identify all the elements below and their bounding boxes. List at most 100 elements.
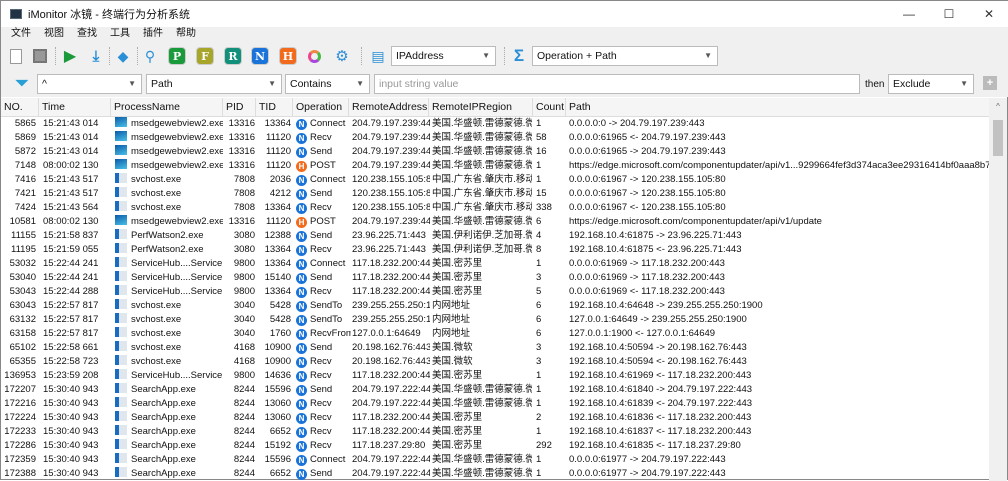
process-icon (115, 159, 127, 169)
table-row[interactable]: 7148 08:00:02 130 msedgewebview2.exe 13316 1… (1, 159, 991, 173)
cell-region: 美国.华盛顿.雷德蒙德.微软 (432, 384, 532, 395)
table-row[interactable]: 11155 15:21:58 837 PerfWatson2.exe 3080 1238… (1, 229, 991, 243)
filter-prefix-select[interactable]: ^ ▼ (37, 74, 142, 94)
group-by-select[interactable]: IPAddress ▼ (391, 46, 496, 66)
chevron-down-icon: ▼ (128, 79, 136, 88)
menu-tools[interactable]: 工具 (110, 27, 130, 43)
cell-no: 7424 (14, 202, 36, 213)
plugin-p-button[interactable]: P (166, 45, 188, 67)
cell-path: 192.168.10.4:61875 <- 23.96.225.71:443 (569, 244, 742, 255)
menu-plugins[interactable]: 插件 (143, 27, 163, 43)
cell-process: ServiceHub....Service.exe (115, 271, 223, 285)
process-name: msedgewebview2.exe (131, 216, 223, 227)
cell-path: 0.0.0.0:61967 <- 120.238.155.105:80 (569, 202, 726, 213)
minimize-button[interactable]: — (889, 1, 929, 27)
table-row[interactable]: 7424 15:21:43 564 svchost.exe 7808 13364 N Rec… (1, 201, 991, 215)
menu-find[interactable]: 查找 (77, 27, 97, 43)
filter-icon[interactable]: ⏷ (11, 73, 33, 95)
table-row[interactable]: 63158 15:22:57 817 svchost.exe 3040 1760 N Rec… (1, 327, 991, 341)
scrollbar-thumb[interactable] (993, 120, 1003, 156)
filter-action-select[interactable]: Exclude ▼ (888, 74, 974, 94)
plugin-r-button[interactable]: R (222, 45, 244, 67)
filter-field-value: Path (151, 78, 173, 90)
cell-remote-address: 117.18.232.200:443 (352, 272, 430, 283)
column-header-time[interactable]: Time (39, 98, 111, 117)
filter-action-value: Exclude (893, 78, 931, 90)
cell-region: 美国.微软 (432, 342, 473, 353)
save-icon[interactable] (29, 45, 51, 67)
column-header-remoteaddress[interactable]: RemoteAddress (349, 98, 429, 117)
filter-condition-select[interactable]: Contains ▼ (285, 74, 370, 94)
download-icon[interactable]: ⤓ (85, 45, 107, 67)
table-row[interactable]: 172233 15:30:40 943 SearchApp.exe 8244 6652 N… (1, 425, 991, 439)
process-icon (115, 425, 127, 435)
table-row[interactable]: 53043 15:22:44 288 ServiceHub....Service.e… (1, 285, 991, 299)
filter-field-select[interactable]: Path ▼ (146, 74, 282, 94)
cell-count: 6 (536, 328, 542, 339)
new-file-icon[interactable] (5, 45, 27, 67)
cell-path: 192.168.10.4:61835 <- 117.18.237.29:80 (569, 440, 741, 451)
column-header-count[interactable]: Count (533, 98, 566, 117)
cell-process: svchost.exe (115, 313, 223, 327)
table-row[interactable]: 5865 15:21:43 014 msedgewebview2.exe 13316 1… (1, 117, 991, 131)
cell-tid: 13364 (264, 202, 291, 213)
cell-region: 美国.密苏里 (432, 412, 483, 423)
table-row[interactable]: 136953 15:23:59 208 ServiceHub....Service.… (1, 369, 991, 383)
table-row[interactable]: 65102 15:22:58 661 svchost.exe 4168 10900 N Se… (1, 341, 991, 355)
cell-count: 4 (536, 230, 542, 241)
table-row[interactable]: 172388 15:30:40 943 SearchApp.exe 8244 6652 N… (1, 467, 991, 481)
cell-process: SearchApp.exe (115, 383, 223, 397)
table-row[interactable]: 172359 15:30:40 943 SearchApp.exe 8244 15596… (1, 453, 991, 467)
table-row[interactable]: 7421 15:21:43 517 svchost.exe 7808 4212 N Send… (1, 187, 991, 201)
column-header-remoteipregion[interactable]: RemoteIPRegion (429, 98, 533, 117)
table-row[interactable]: 7416 15:21:43 517 svchost.exe 7808 2036 N Conn… (1, 173, 991, 187)
column-header-operation[interactable]: Operation (293, 98, 349, 117)
column-header-no[interactable]: NO. (1, 98, 39, 117)
plugin-f-button[interactable]: F (194, 45, 216, 67)
table-row[interactable]: 5869 15:21:43 014 msedgewebview2.exe 13316 1… (1, 131, 991, 145)
table-row[interactable]: 172224 15:30:40 943 SearchApp.exe 8244 13060… (1, 411, 991, 425)
menu-help[interactable]: 帮助 (176, 27, 196, 43)
cell-region: 美国.华盛顿.雷德蒙德.微软 (432, 216, 532, 227)
maximize-button[interactable]: ☐ (929, 1, 969, 27)
add-filter-button[interactable]: + (983, 76, 997, 90)
aggregate-select[interactable]: Operation + Path ▼ (532, 46, 718, 66)
cell-tid: 6652 (269, 426, 291, 437)
table-row[interactable]: 172207 15:30:40 943 SearchApp.exe 8244 15596… (1, 383, 991, 397)
gear-icon[interactable]: ⚙ (331, 45, 353, 67)
table-row[interactable]: 63132 15:22:57 817 svchost.exe 3040 5428 N Sen… (1, 313, 991, 327)
column-header-pid[interactable]: PID (223, 98, 256, 117)
plugin-n-button[interactable]: N (249, 45, 271, 67)
color-wheel-icon[interactable] (303, 45, 325, 67)
table-row[interactable]: 172286 15:30:40 943 SearchApp.exe 8244 15192… (1, 439, 991, 453)
network-icon: N (296, 413, 307, 424)
column-header-tid[interactable]: TID (256, 98, 293, 117)
table-row[interactable]: 11195 15:21:59 055 PerfWatson2.exe 3080 1336… (1, 243, 991, 257)
column-header-processname[interactable]: ProcessName (111, 98, 223, 117)
table-row[interactable]: 53032 15:22:44 241 ServiceHub....Service.e… (1, 257, 991, 271)
cell-region: 美国.密苏里 (432, 370, 483, 381)
table-row[interactable]: 10581 08:00:02 130 msedgewebview2.exe 13316… (1, 215, 991, 229)
column-header-path[interactable]: Path (566, 98, 991, 117)
plugin-h-button[interactable]: H (277, 45, 299, 67)
menu-file[interactable]: 文件 (11, 27, 31, 43)
scroll-up-icon[interactable]: ^ (989, 102, 1007, 111)
table-row[interactable]: 53040 15:22:44 241 ServiceHub....Service.e… (1, 271, 991, 285)
cell-count: 58 (536, 132, 547, 143)
table-row[interactable]: 63043 15:22:57 817 svchost.exe 3040 5428 N Sen… (1, 299, 991, 313)
cell-remote-address: 20.198.162.76:443 (352, 356, 430, 367)
play-icon[interactable]: ▶ (59, 45, 81, 67)
vertical-scrollbar[interactable]: ^ (989, 98, 1007, 481)
table-row[interactable]: 65355 15:22:58 723 svchost.exe 4168 10900 N Re… (1, 355, 991, 369)
cell-pid: 9800 (233, 272, 255, 283)
menu-view[interactable]: 视图 (44, 27, 64, 43)
table-row[interactable]: 172216 15:30:40 943 SearchApp.exe 8244 13060… (1, 397, 991, 411)
cell-remote-address: 204.79.197.222:443 (352, 454, 430, 465)
location-pin-icon[interactable]: ⚲ (139, 45, 161, 67)
eraser-icon[interactable]: ◆ (112, 45, 134, 67)
close-button[interactable]: ✕ (969, 1, 1008, 27)
operation-name: RecvFrom (310, 328, 351, 339)
cell-count: 1 (536, 468, 542, 479)
table-row[interactable]: 5872 15:21:43 014 msedgewebview2.exe 13316 1… (1, 145, 991, 159)
filter-value-input[interactable]: input string value (374, 74, 860, 94)
